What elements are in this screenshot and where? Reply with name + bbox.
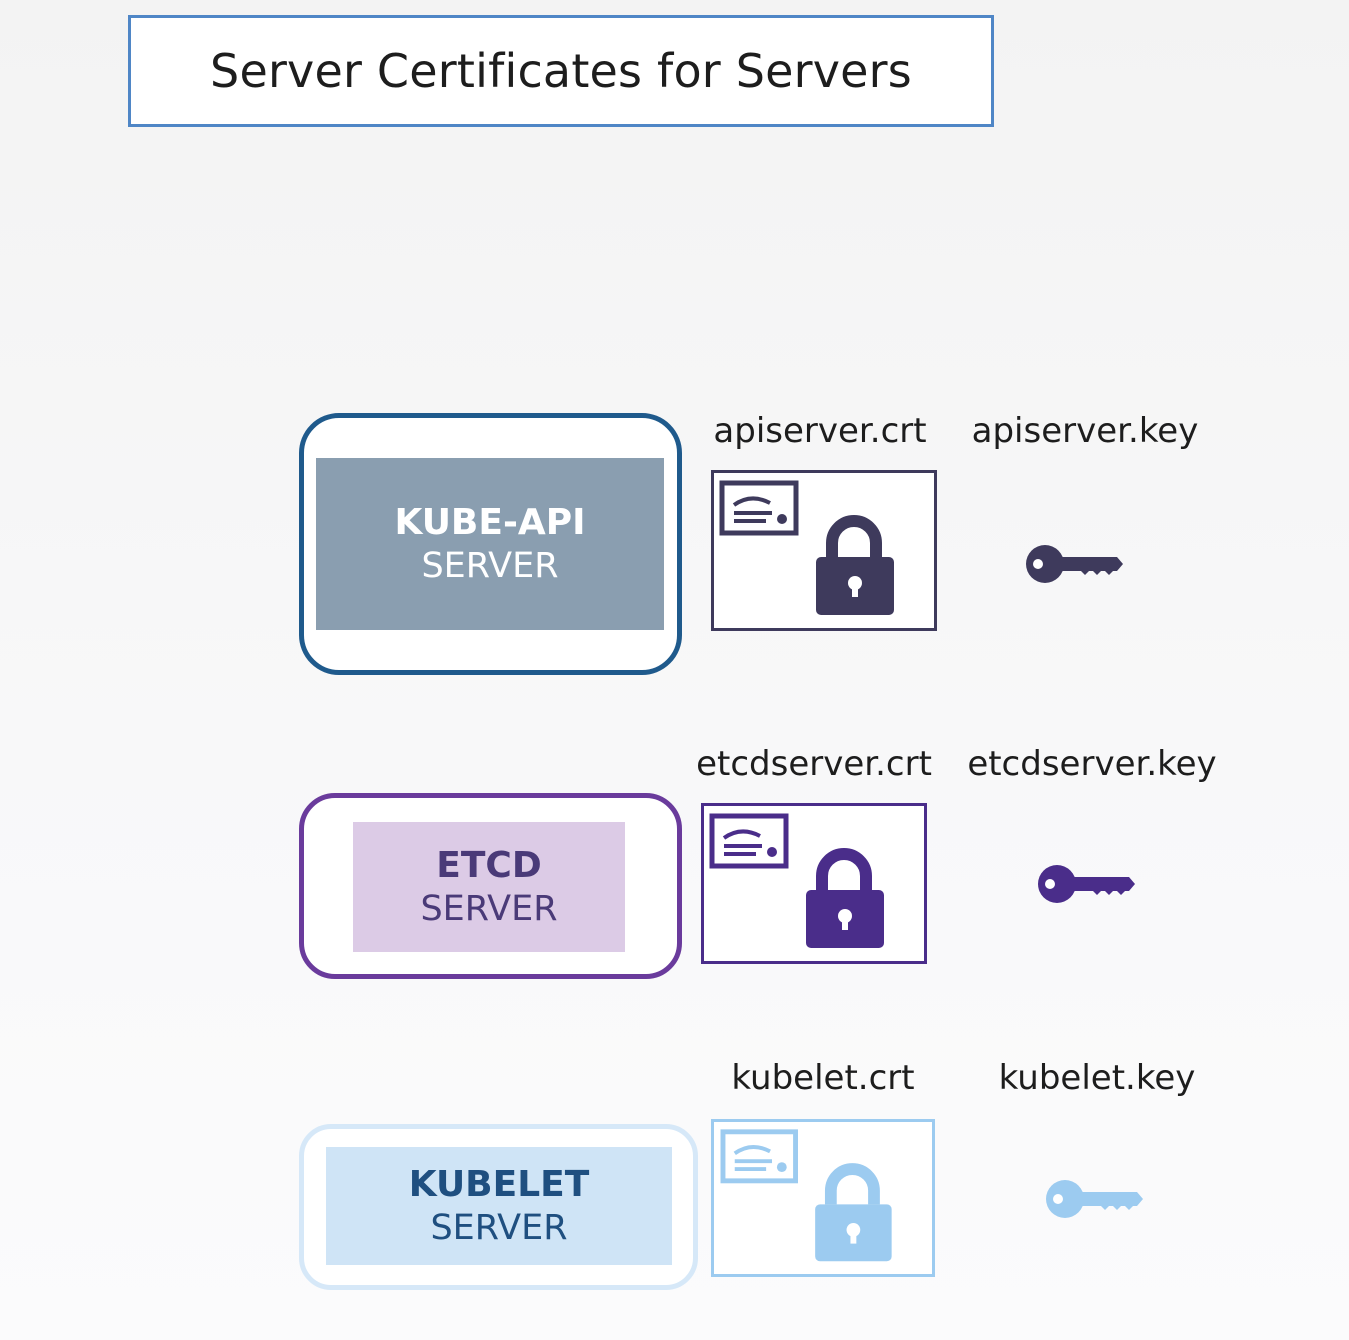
apiserver-key-label: apiserver.key <box>971 411 1199 451</box>
certificate-icon <box>720 1129 798 1184</box>
apiserver-crt-card <box>711 470 937 631</box>
kubelet-crt-label: kubelet.crt <box>731 1058 915 1098</box>
etcd-server-subtitle: SERVER <box>420 888 558 929</box>
etcd-server-block: ETCD SERVER <box>353 822 625 952</box>
kube-api-server-subtitle: SERVER <box>421 545 559 586</box>
etcdserver-key-label: etcdserver.key <box>967 744 1217 784</box>
kube-api-server-block: KUBE-API SERVER <box>316 458 664 630</box>
etcdserver-crt-graphic <box>709 813 884 948</box>
diagram-title-box: Server Certificates for Servers <box>128 15 994 127</box>
etcd-server-name: ETCD <box>436 844 542 886</box>
kubelet-crt-card <box>711 1119 935 1277</box>
padlock-icon <box>816 515 894 615</box>
etcdserver-crt-card <box>701 803 927 964</box>
padlock-icon <box>815 1163 892 1262</box>
kube-api-server-name: KUBE-API <box>394 501 586 543</box>
etcdserver-crt-label: etcdserver.crt <box>696 744 932 784</box>
apiserver-key-icon <box>1023 540 1125 588</box>
kubelet-crt-graphic <box>720 1129 892 1262</box>
kubelet-key-icon <box>1043 1175 1145 1223</box>
diagram-title: Server Certificates for Servers <box>210 44 912 98</box>
kubelet-server-subtitle: SERVER <box>430 1207 568 1248</box>
kubelet-server-name: KUBELET <box>408 1163 590 1205</box>
certificate-icon <box>709 813 789 869</box>
apiserver-crt-graphic <box>719 480 894 615</box>
certificate-icon <box>719 480 799 536</box>
apiserver-crt-label: apiserver.crt <box>713 411 927 451</box>
kubelet-server-block: KUBELET SERVER <box>326 1147 672 1265</box>
kubelet-key-label: kubelet.key <box>998 1058 1196 1098</box>
etcdserver-key-icon <box>1035 860 1137 908</box>
padlock-icon <box>806 848 884 948</box>
